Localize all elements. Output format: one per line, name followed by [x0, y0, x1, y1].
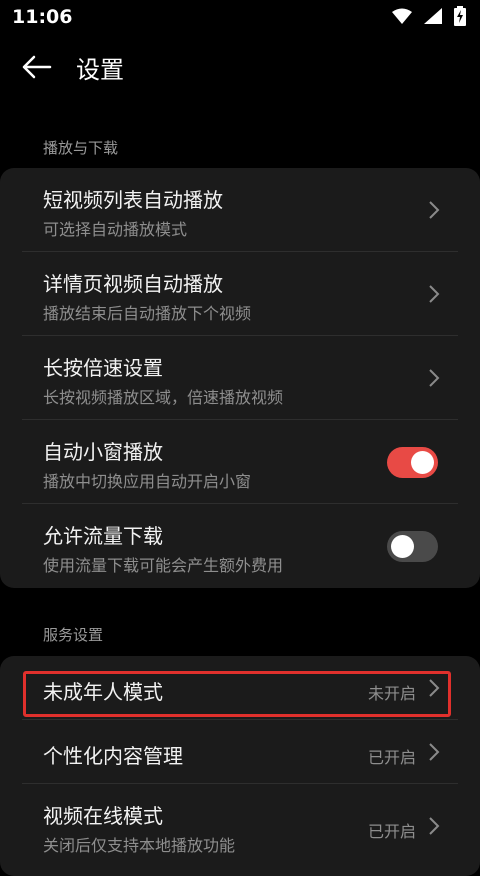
setting-subtitle: 使用流量下载可能会产生额外费用 [43, 556, 284, 575]
setting-subtitle: 播放结束后自动播放下个视频 [43, 304, 252, 323]
app-header: 设置 [0, 34, 480, 104]
chevron-right-icon [429, 369, 440, 387]
section-label-service: 服务设置 [43, 626, 104, 644]
setting-subtitle: 可选择自动播放模式 [43, 220, 188, 239]
back-arrow-icon[interactable] [20, 50, 54, 84]
status-icons [392, 6, 466, 26]
status-time: 11:06 [12, 6, 73, 28]
chevron-right-icon [429, 201, 440, 219]
battery-charging-icon [454, 6, 466, 26]
toggle-knob [411, 451, 434, 474]
setting-subtitle: 长按视频播放区域，倍速播放视频 [43, 388, 284, 407]
setting-title: 视频在线模式 [43, 804, 163, 828]
setting-value: 已开启 [367, 822, 416, 841]
setting-personalized-content[interactable]: 个性化内容管理 已开启 [0, 720, 480, 784]
playback-settings-card: 短视频列表自动播放 可选择自动播放模式 详情页视频自动播放 播放结束后自动播放下… [0, 168, 480, 588]
setting-title: 详情页视频自动播放 [43, 272, 223, 296]
wifi-icon [392, 8, 412, 24]
setting-title: 短视频列表自动播放 [43, 188, 223, 212]
setting-title: 未成年人模式 [43, 680, 163, 704]
setting-minor-mode[interactable]: 未成年人模式 未开启 [0, 656, 480, 720]
toggle-knob [391, 535, 414, 558]
setting-value: 已开启 [367, 748, 416, 767]
auto-mini-window-toggle[interactable] [387, 447, 438, 478]
status-bar: 11:06 [0, 0, 480, 34]
chevron-right-icon [429, 679, 440, 697]
setting-auto-mini-window: 自动小窗播放 播放中切换应用自动开启小窗 [0, 420, 480, 504]
page-title: 设置 [76, 56, 124, 84]
setting-title: 长按倍速设置 [43, 356, 163, 380]
setting-title: 允许流量下载 [43, 524, 163, 548]
setting-subtitle: 播放中切换应用自动开启小窗 [43, 472, 252, 491]
setting-subtitle: 关闭后仅支持本地播放功能 [43, 836, 236, 855]
service-settings-card: 未成年人模式 未开启 个性化内容管理 已开启 视频在线模式 关闭后仅支持本地播放… [0, 656, 480, 876]
setting-short-video-autoplay[interactable]: 短视频列表自动播放 可选择自动播放模式 [0, 168, 480, 252]
setting-allow-mobile-download: 允许流量下载 使用流量下载可能会产生额外费用 [0, 504, 480, 588]
setting-title: 自动小窗播放 [43, 440, 163, 464]
chevron-right-icon [429, 743, 440, 761]
setting-detail-video-autoplay[interactable]: 详情页视频自动播放 播放结束后自动播放下个视频 [0, 252, 480, 336]
setting-value: 未开启 [367, 684, 416, 703]
setting-video-online-mode[interactable]: 视频在线模式 关闭后仅支持本地播放功能 已开启 [0, 784, 480, 868]
chevron-right-icon [429, 285, 440, 303]
section-label-playback: 播放与下载 [43, 139, 119, 157]
setting-long-press-speed[interactable]: 长按倍速设置 长按视频播放区域，倍速播放视频 [0, 336, 480, 420]
signal-icon [424, 8, 442, 24]
chevron-right-icon [429, 817, 440, 835]
mobile-download-toggle[interactable] [387, 531, 438, 562]
setting-title: 个性化内容管理 [43, 744, 183, 768]
